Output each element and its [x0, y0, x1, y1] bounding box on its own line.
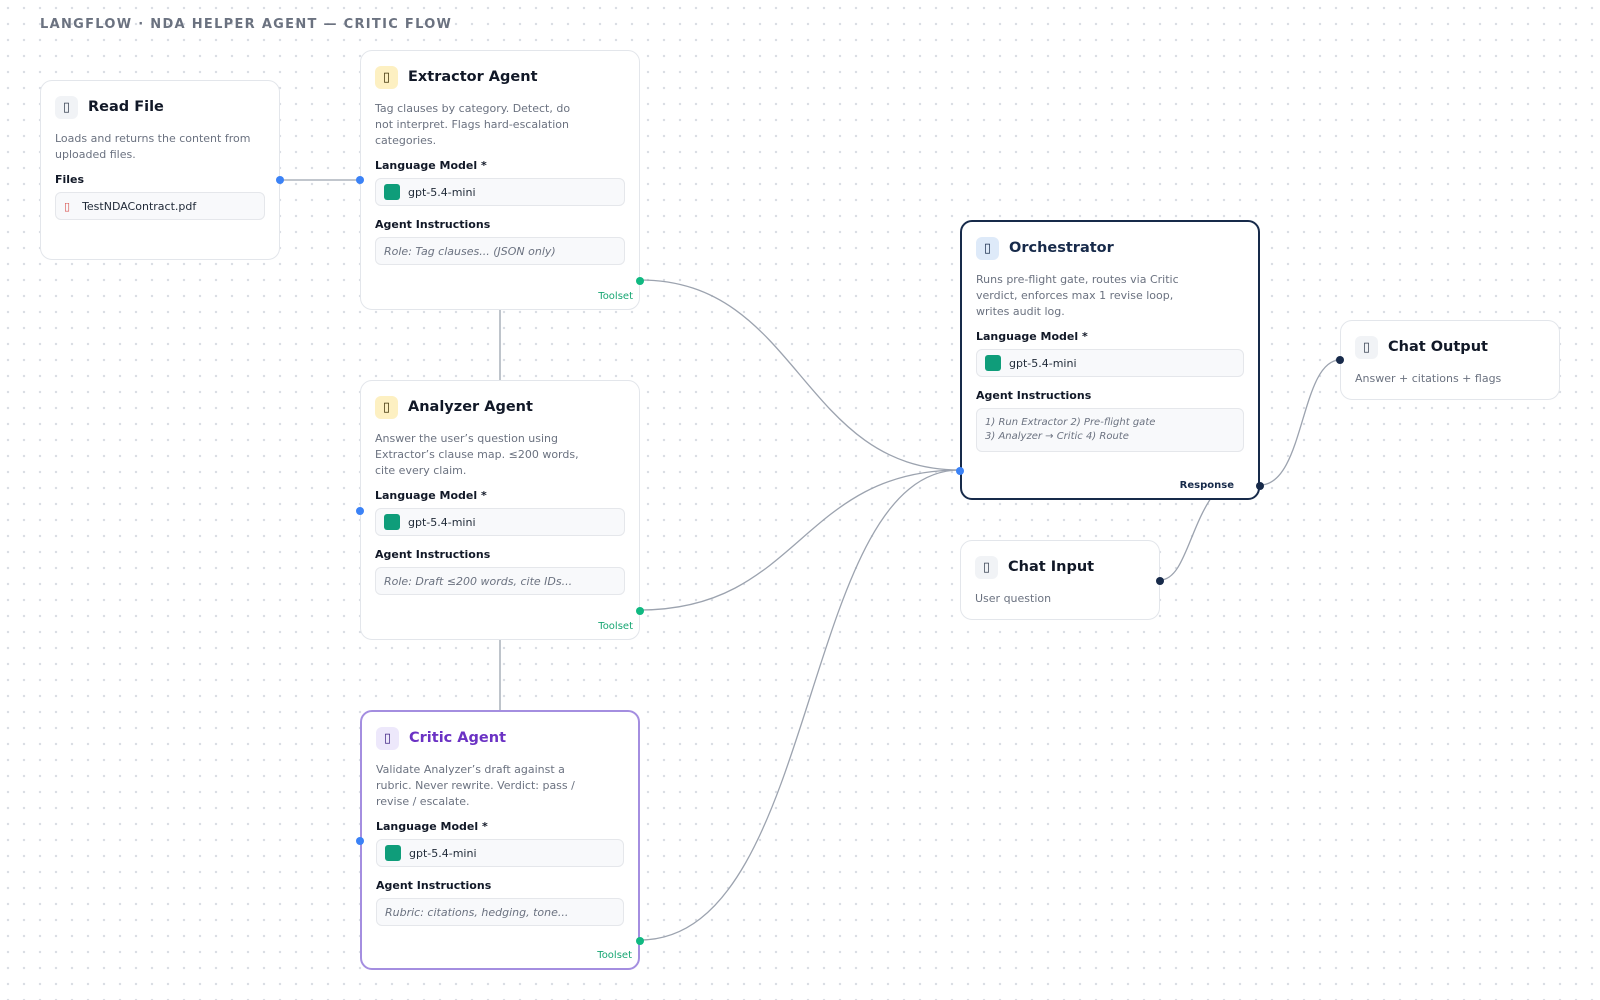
- node-read-file[interactable]: ▯ Read File Loads and returns the conten…: [40, 80, 284, 260]
- instructions-line-2: 3) Analyzer → Critic 4) Route: [985, 431, 1129, 442]
- critic-input-port[interactable]: [356, 837, 364, 845]
- edge-orchestrator-chatoutput: [1259, 359, 1341, 486]
- model-value: gpt-5.4-mini: [408, 515, 476, 529]
- model-label: Language Model *: [976, 330, 1088, 343]
- node-critic-agent[interactable]: ▯ Critic Agent Validate Analyzer’s draft…: [356, 710, 644, 970]
- model-value: gpt-5.4-mini: [409, 846, 477, 860]
- analyzer-toolset-port[interactable]: [636, 607, 644, 615]
- instructions-field[interactable]: Role: Tag clauses... (JSON only): [375, 237, 625, 265]
- node-chat-input[interactable]: ▯ Chat Input User question: [960, 540, 1164, 620]
- model-provider-icon: [985, 355, 1001, 371]
- instructions-value: Rubric: citations, hedging, tone...: [385, 905, 569, 919]
- canvas-title: LANGFLOW · NDA HELPER AGENT — CRITIC FLO…: [40, 17, 453, 32]
- node-orchestrator[interactable]: ▯ Orchestrator Runs pre-flight gate, rou…: [956, 220, 1264, 500]
- instructions-label: Agent Instructions: [375, 218, 491, 231]
- chat-icon: ▯: [975, 555, 998, 579]
- node-extractor-agent[interactable]: ▯ Extractor Agent Tag clauses by categor…: [356, 50, 644, 310]
- edge-extractor-orchestrator: [639, 279, 961, 471]
- chat-icon: ▯: [1355, 335, 1378, 359]
- edge-critic-orchestrator: [639, 469, 961, 941]
- node-chat-output[interactable]: ▯ Chat Output Answer + citations + flags: [1336, 320, 1560, 400]
- file-name: TestNDAContract.pdf: [82, 199, 197, 213]
- model-provider-icon: [384, 514, 400, 530]
- node-description: Validate Analyzer’s draft against a rubr…: [376, 763, 575, 808]
- model-label: Language Model *: [376, 820, 488, 833]
- model-select[interactable]: gpt-5.4-mini: [376, 839, 624, 867]
- orchestrator-tools-input-port[interactable]: [956, 467, 964, 475]
- model-select[interactable]: gpt-5.4-mini: [976, 349, 1244, 377]
- instructions-line-1: 1) Run Extractor 2) Pre-flight gate: [985, 417, 1156, 428]
- robot-icon: ▯: [375, 395, 398, 419]
- model-value: gpt-5.4-mini: [408, 185, 476, 199]
- toolset-label: Toolset: [598, 621, 633, 632]
- orchestrator-response-port[interactable]: [1256, 482, 1264, 490]
- edge-analyzer-orchestrator: [639, 469, 961, 611]
- node-title: Orchestrator: [1009, 240, 1114, 256]
- critic-toolset-port[interactable]: [636, 937, 644, 945]
- node-title: Analyzer Agent: [408, 399, 533, 415]
- pdf-file-icon: ▯: [64, 199, 71, 213]
- node-title: Chat Output: [1388, 339, 1488, 355]
- model-label: Language Model *: [375, 159, 487, 172]
- node-description: Answer the user’s question using Extract…: [375, 432, 579, 477]
- node-description: Runs pre-flight gate, routes via Critic …: [976, 273, 1179, 318]
- toolset-label: Toolset: [598, 291, 633, 302]
- file-field[interactable]: ▯ TestNDAContract.pdf: [55, 192, 265, 220]
- node-description: Loads and returns the content from uploa…: [55, 132, 251, 161]
- extractor-input-port[interactable]: [356, 176, 364, 184]
- chat-input-output-port[interactable]: [1156, 577, 1164, 585]
- node-description: User question: [975, 592, 1052, 605]
- model-provider-icon: [385, 845, 401, 861]
- model-select[interactable]: gpt-5.4-mini: [375, 178, 625, 206]
- robot-icon: ▯: [376, 726, 399, 750]
- file-icon: ▯: [55, 95, 78, 119]
- model-label: Language Model *: [375, 489, 487, 502]
- model-value: gpt-5.4-mini: [1009, 356, 1077, 370]
- analyzer-input-port[interactable]: [356, 507, 364, 515]
- node-title: Critic Agent: [409, 730, 506, 746]
- instructions-field[interactable]: Rubric: citations, hedging, tone...: [376, 898, 624, 926]
- robot-icon: ▯: [976, 236, 999, 260]
- instructions-label: Agent Instructions: [976, 389, 1092, 402]
- node-analyzer-agent[interactable]: ▯ Analyzer Agent Answer the user’s quest…: [356, 380, 644, 640]
- node-title: Chat Input: [1008, 559, 1095, 575]
- files-label: Files: [55, 173, 85, 186]
- model-provider-icon: [384, 184, 400, 200]
- model-select[interactable]: gpt-5.4-mini: [375, 508, 625, 536]
- toolset-label: Toolset: [597, 950, 632, 961]
- chat-output-input-port[interactable]: [1336, 356, 1344, 364]
- node-title: Extractor Agent: [408, 69, 538, 85]
- instructions-label: Agent Instructions: [376, 879, 492, 892]
- node-title: Read File: [88, 99, 164, 115]
- instructions-field[interactable]: 1) Run Extractor 2) Pre-flight gate 3) A…: [976, 408, 1244, 452]
- response-label: Response: [1179, 480, 1234, 491]
- node-description: Answer + citations + flags: [1355, 372, 1502, 385]
- read-file-output-port[interactable]: [276, 176, 284, 184]
- instructions-field[interactable]: Role: Draft ≤200 words, cite IDs...: [375, 567, 625, 595]
- instructions-value: Role: Draft ≤200 words, cite IDs...: [384, 574, 573, 588]
- extractor-toolset-port[interactable]: [636, 277, 644, 285]
- instructions-label: Agent Instructions: [375, 548, 491, 561]
- instructions-value: Role: Tag clauses... (JSON only): [384, 244, 556, 258]
- node-description: Tag clauses by category. Detect, do not …: [375, 102, 571, 147]
- robot-icon: ▯: [375, 65, 398, 89]
